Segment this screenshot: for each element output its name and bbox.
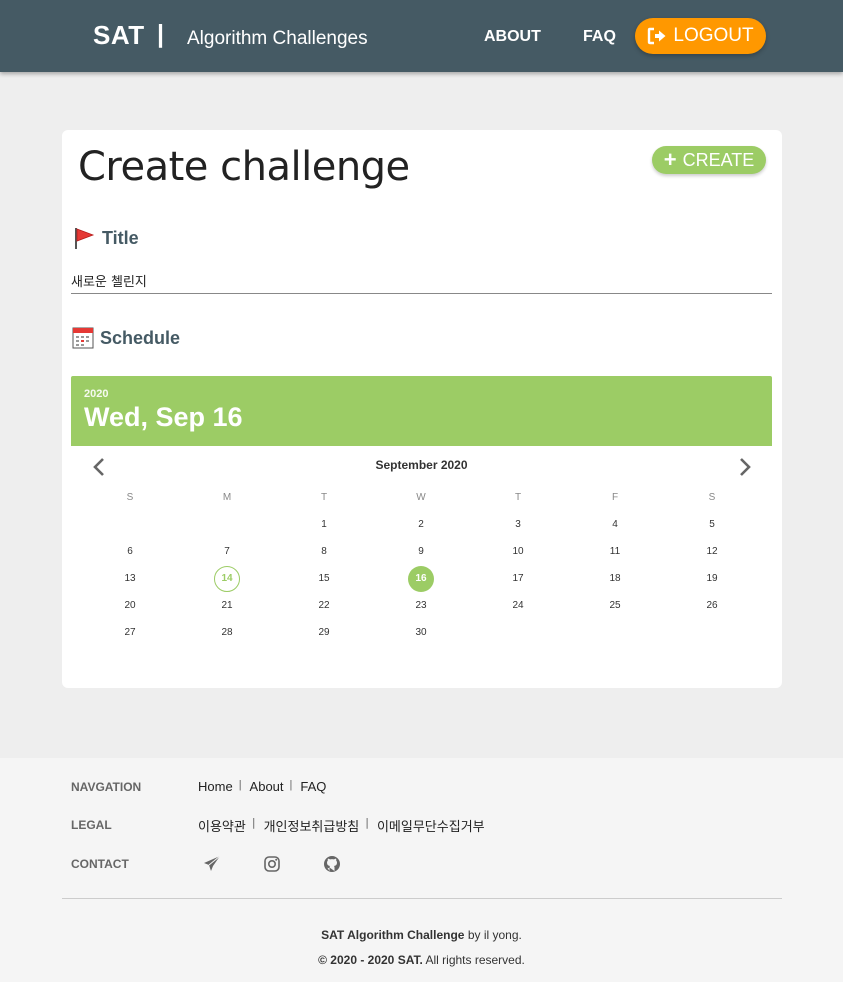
footer-nav-links: Home | About | FAQ — [198, 779, 326, 794]
nav-faq-link[interactable]: FAQ — [583, 28, 616, 46]
footer-divider-mark: | — [238, 779, 242, 791]
calendar-day[interactable]: 9 — [408, 539, 434, 565]
calendar-day[interactable]: 21 — [214, 593, 240, 619]
weekday-header: S — [126, 492, 134, 503]
weekday-header: F — [611, 492, 619, 503]
red-flag-icon — [75, 228, 95, 249]
brand-logo[interactable]: SAT — [93, 20, 145, 51]
calendar-day[interactable]: 26 — [699, 593, 725, 619]
calendar-day[interactable]: 25 — [602, 593, 628, 619]
footer-link-home[interactable]: Home — [198, 779, 233, 794]
calendar-day[interactable]: 23 — [408, 593, 434, 619]
footer-link-about[interactable]: About — [250, 779, 284, 794]
sign-out-icon — [648, 27, 666, 45]
brand-subtitle[interactable]: Algorithm Challenges — [187, 28, 368, 50]
calendar-day[interactable]: 3 — [505, 512, 531, 538]
calendar-day[interactable]: 5 — [699, 512, 725, 538]
calendar-day[interactable]: 6 — [117, 539, 143, 565]
footer-contact-label: CONTACT — [71, 857, 129, 871]
calendar-day[interactable]: 4 — [602, 512, 628, 538]
footer-link-email-policy[interactable]: 이메일무단수집거부 — [377, 816, 485, 835]
footer-link-privacy[interactable]: 개인정보취급방침 — [264, 816, 360, 835]
calendar-day[interactable]: 24 — [505, 593, 531, 619]
calendar-icon — [72, 327, 94, 349]
datepicker-header: 2020 Wed, Sep 16 — [71, 376, 772, 446]
footer-credit-name: SAT Algorithm Challenge — [321, 928, 465, 942]
create-label: CREATE — [682, 149, 755, 170]
footer-divider-mark: | — [251, 816, 256, 829]
logout-button[interactable]: LOGOUT — [635, 18, 766, 54]
calendar-month-label: September 2020 — [375, 458, 468, 472]
chevron-right-icon[interactable] — [732, 456, 756, 478]
footer-legal-label: LEGAL — [71, 818, 112, 832]
calendar-day[interactable]: 29 — [311, 620, 337, 646]
footer-copyright: © 2020 - 2020 SAT. All rights reserved. — [0, 953, 843, 967]
plus-icon: + — [663, 147, 677, 172]
title-section-heading: Title — [72, 226, 139, 250]
calendar-day[interactable]: 2 — [408, 512, 434, 538]
calendar-day[interactable]: 13 — [117, 566, 143, 592]
footer-credit: SAT Algorithm Challenge by il yong. — [0, 928, 843, 942]
create-challenge-card: Create challenge + CREATE Title Schedule… — [62, 130, 782, 688]
calendar-day[interactable]: 15 — [311, 566, 337, 592]
footer-copyright-rights: All rights reserved. — [422, 953, 525, 967]
create-button[interactable]: + CREATE — [652, 146, 766, 174]
footer-copyright-years: © 2020 - 2020 SAT. — [318, 953, 423, 967]
nav-about-link[interactable]: ABOUT — [484, 28, 541, 46]
schedule-section-heading: Schedule — [72, 326, 180, 350]
weekday-header: M — [222, 492, 232, 503]
challenge-title-input[interactable] — [71, 268, 772, 294]
schedule-section-label: Schedule — [100, 327, 181, 348]
calendar-day[interactable]: 28 — [214, 620, 240, 646]
calendar-day[interactable]: 18 — [602, 566, 628, 592]
paper-plane-icon[interactable] — [203, 855, 221, 873]
instagram-icon[interactable] — [263, 855, 281, 873]
weekday-header: S — [708, 492, 716, 503]
calendar-day-today[interactable]: 14 — [214, 566, 240, 592]
calendar-day[interactable]: 19 — [699, 566, 725, 592]
calendar-day-selected[interactable]: 16 — [408, 566, 434, 592]
calendar-day[interactable]: 7 — [214, 539, 240, 565]
calendar-day[interactable]: 20 — [117, 593, 143, 619]
footer-navigation-label: NAVGATION — [71, 780, 142, 794]
footer-credit-author: by il yong. — [464, 928, 522, 942]
calendar-day[interactable]: 17 — [505, 566, 531, 592]
footer-link-terms[interactable]: 이용약관 — [198, 816, 246, 835]
top-navbar: SAT | Algorithm Challenges ABOUT FAQ LOG… — [0, 0, 843, 72]
footer-divider-mark: | — [365, 816, 369, 829]
footer-link-faq[interactable]: FAQ — [300, 779, 326, 794]
weekday-header: W — [416, 492, 426, 503]
calendar-day[interactable]: 12 — [699, 539, 725, 565]
footer-divider — [62, 898, 782, 899]
github-icon[interactable] — [323, 855, 341, 873]
brand-separator: | — [157, 20, 164, 48]
calendar-day[interactable]: 8 — [311, 539, 337, 565]
calendar-day[interactable]: 10 — [505, 539, 531, 565]
datepicker-year[interactable]: 2020 — [84, 388, 108, 400]
calendar-day[interactable]: 22 — [311, 593, 337, 619]
weekday-header: T — [320, 492, 328, 503]
calendar-day[interactable]: 27 — [117, 620, 143, 646]
footer-divider-mark: | — [289, 779, 293, 791]
logout-label: LOGOUT — [673, 25, 754, 46]
title-section-label: Title — [102, 227, 139, 248]
weekday-header: T — [514, 492, 522, 503]
calendar-day[interactable]: 1 — [311, 512, 337, 538]
calendar-day[interactable]: 30 — [408, 620, 434, 646]
datepicker-selected-date: Wed, Sep 16 — [84, 402, 243, 432]
footer-legal-links: 이용약관 | 개인정보취급방침 | 이메일무단수집거부 — [198, 816, 485, 835]
page-title: Create challenge — [78, 144, 410, 190]
calendar-day[interactable]: 11 — [602, 539, 628, 565]
